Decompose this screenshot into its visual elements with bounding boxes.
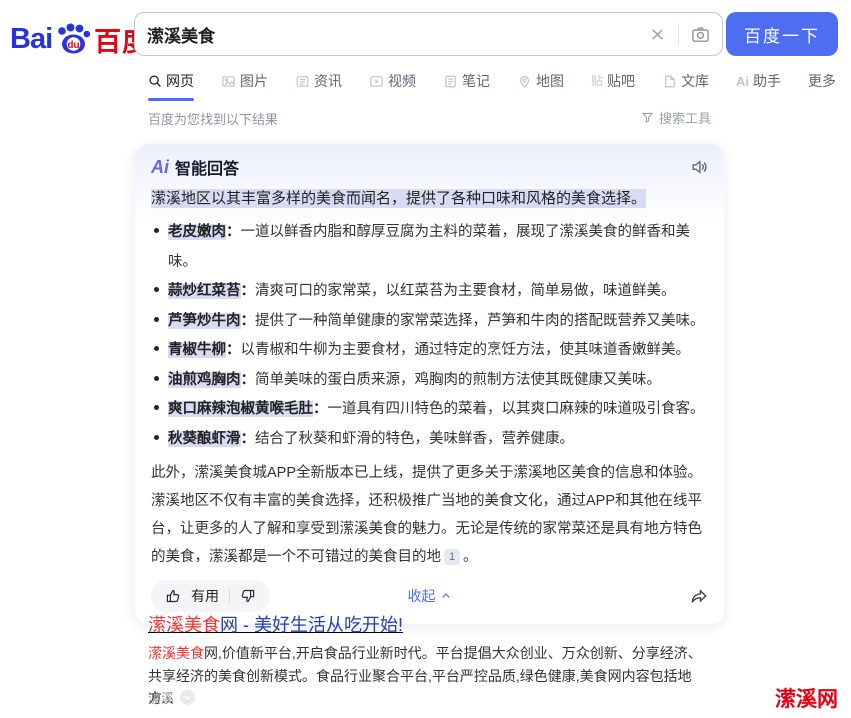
thumbs-up-icon[interactable] [165, 588, 181, 604]
tab-ai-assistant[interactable]: Ai 助手 [736, 71, 781, 101]
tab-images[interactable]: 图片 [221, 71, 268, 101]
search-bar: 百度一下 [134, 12, 838, 56]
share-icon[interactable] [690, 587, 708, 605]
ai-intro-sentence: 潆溪地区以其丰富多样的美食而闻名，提供了各种口味和风格的美食选择。 [151, 188, 708, 209]
bullet-dot [154, 405, 159, 410]
tieba-icon: 贴 [591, 75, 603, 87]
snippet-highlight: 潆溪美食 [148, 645, 204, 661]
bullet-dot [154, 287, 159, 292]
vote-divider [229, 588, 230, 604]
bullet-dot [154, 228, 159, 233]
source-name: 潆溪 [148, 688, 174, 707]
document-icon [662, 74, 677, 89]
ai-icon: Ai [736, 75, 749, 88]
feedback-pill: 有用 [151, 580, 270, 612]
bullet-dot [154, 317, 159, 322]
ai-summary-paragraph: 此外，潆溪美食城APP全新版本已上线，提供了更多关于潆溪地区美食的信息和体验。潆… [151, 459, 708, 571]
chevron-down-icon[interactable] [180, 690, 195, 705]
news-icon [295, 74, 310, 89]
list-item: 油煎鸡胸肉：简单美味的蛋白质来源，鸡胸肉的煎制方法使其既健康又美味。 [151, 366, 708, 396]
clear-icon[interactable] [649, 26, 666, 43]
thumbs-down-icon[interactable] [240, 588, 256, 604]
collapse-button[interactable]: 收起 [408, 586, 452, 606]
search-button[interactable]: 百度一下 [726, 12, 838, 56]
citation-badge[interactable]: 1 [444, 549, 460, 565]
list-item: 老皮嫩肉：一道以鲜香内脂和醇厚豆腐为主料的菜着，展现了潆溪美食的鲜香和美味。 [151, 218, 708, 277]
search-box[interactable] [134, 12, 723, 56]
ai-card-title: 智能回答 [175, 155, 239, 179]
result-source: 潆溪 [148, 688, 195, 707]
map-pin-icon [517, 74, 532, 89]
logo-bai-text: Bai [10, 23, 52, 56]
tab-webpage[interactable]: 网页 [148, 71, 194, 101]
tab-maps[interactable]: 地图 [517, 71, 564, 101]
baidu-paw-icon: du [53, 21, 93, 57]
tab-news[interactable]: 资讯 [295, 71, 342, 101]
ai-card-header: Ai 智能回答 [151, 157, 708, 177]
list-item: 青椒牛柳：以青椒和牛柳为主要食材，通过特定的烹饪方法，使其味道香嫩鲜美。 [151, 336, 708, 366]
list-item: 芦笋炒牛肉：提供了一种简单健康的家常菜选择，芦笋和牛肉的搭配既营养又美味。 [151, 307, 708, 337]
list-item: 蒜炒红菜苔：清爽可口的家常菜，以红菜苔为主要食材，简单易做，味道鲜美。 [151, 277, 708, 307]
bullet-dot [154, 346, 159, 351]
image-icon [221, 74, 236, 89]
tab-more[interactable]: 更多 [808, 71, 836, 101]
video-icon [369, 74, 384, 89]
search-icon [148, 74, 162, 88]
tab-videos[interactable]: 视频 [369, 71, 416, 101]
ai-answer-card: Ai 智能回答 潆溪地区以其丰富多样的美食而闻名，提供了各种口味和风格的美食选择… [135, 144, 724, 624]
search-tools-button[interactable]: 搜索工具 [641, 108, 711, 127]
result-title-link[interactable]: 潆溪美食网 - 美好生活从吃开始! [148, 611, 403, 637]
search-input[interactable] [147, 24, 649, 44]
useful-label[interactable]: 有用 [191, 586, 219, 606]
result-snippet: 潆溪美食网,价值新平台,开启食品行业新时代。平台提倡大众创业、万众创新、分享经济… [148, 642, 708, 710]
bullet-dot [154, 435, 159, 440]
ai-bullet-list: 老皮嫩肉：一道以鲜香内脂和醇厚豆腐为主料的菜着，展现了潆溪美食的鲜香和美味。 蒜… [151, 218, 708, 454]
bullet-dot [154, 376, 159, 381]
tab-wenku[interactable]: 文库 [662, 71, 709, 101]
ai-card-footer: 有用 收起 [151, 580, 708, 612]
baidu-serp-page: Bai du 百度 [0, 0, 851, 718]
camera-icon[interactable] [691, 25, 710, 44]
baidu-logo[interactable]: Bai du 百度 [10, 18, 150, 60]
note-icon [443, 74, 458, 89]
tab-tieba[interactable]: 贴 贴吧 [591, 71, 635, 101]
filter-icon [641, 111, 654, 124]
chevron-up-icon [440, 590, 452, 602]
site-watermark: 潆溪网 [775, 683, 838, 713]
ai-badge: Ai [151, 157, 169, 178]
search-divider [678, 23, 679, 45]
speaker-icon[interactable] [690, 158, 708, 176]
tab-notes[interactable]: 笔记 [443, 71, 490, 101]
list-item: 爽口麻辣泡椒黄喉毛肚：一道具有四川特色的菜着，以其爽口麻辣的味道吸引食客。 [151, 395, 708, 425]
vertical-tabs: 网页 图片 资讯 视频 笔记 地图 贴 贴吧 文库 [148, 71, 836, 101]
results-info: 百度为您找到以下结果 [148, 109, 278, 128]
title-highlight: 潆溪美食 [148, 615, 220, 635]
list-item: 秋葵酿虾滑：结合了秋葵和虾滑的特色，美味鲜香，营养健康。 [151, 425, 708, 455]
svg-text:du: du [68, 40, 80, 51]
